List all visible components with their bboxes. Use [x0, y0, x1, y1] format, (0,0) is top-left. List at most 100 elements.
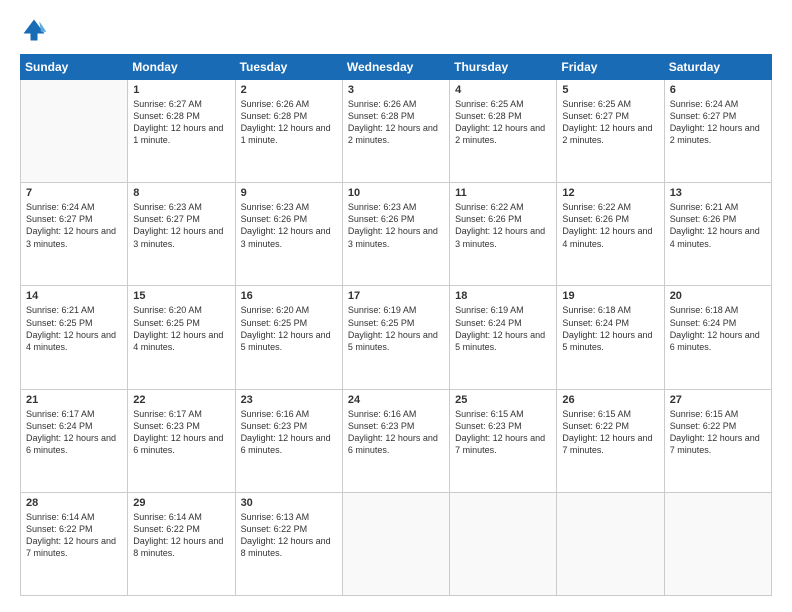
calendar-cell: 7 Sunrise: 6:24 AMSunset: 6:27 PMDaylight…	[21, 183, 128, 286]
weekday-header: Monday	[128, 55, 235, 80]
logo-icon	[20, 16, 48, 44]
day-number: 24	[348, 394, 444, 406]
weekday-header: Tuesday	[235, 55, 342, 80]
cell-details: Sunrise: 6:17 AMSunset: 6:23 PMDaylight:…	[133, 408, 229, 457]
cell-details: Sunrise: 6:24 AMSunset: 6:27 PMDaylight:…	[26, 201, 122, 250]
day-number: 27	[670, 394, 766, 406]
day-number: 19	[562, 290, 658, 302]
calendar-week-row: 14 Sunrise: 6:21 AMSunset: 6:25 PMDayligh…	[21, 286, 772, 389]
calendar-cell: 15Sunrise: 6:20 AMSunset: 6:25 PMDayligh…	[128, 286, 235, 389]
weekday-header: Wednesday	[342, 55, 449, 80]
header	[20, 16, 772, 44]
day-number: 6	[670, 84, 766, 96]
calendar-cell: 27 Sunrise: 6:15 AMSunset: 6:22 PMDayligh…	[664, 389, 771, 492]
day-number: 1	[133, 84, 229, 96]
calendar-cell: 2 Sunrise: 6:26 AMSunset: 6:28 PMDaylight…	[235, 80, 342, 183]
day-number: 30	[241, 497, 337, 509]
cell-details: Sunrise: 6:22 AMSunset: 6:26 PMDaylight:…	[562, 201, 658, 250]
calendar-cell	[342, 492, 449, 595]
cell-details: Sunrise: 6:21 AMSunset: 6:25 PMDaylight:…	[26, 304, 122, 353]
day-number: 17	[348, 290, 444, 302]
calendar-cell: 9 Sunrise: 6:23 AMSunset: 6:26 PMDaylight…	[235, 183, 342, 286]
day-number: 21	[26, 394, 122, 406]
day-number: 7	[26, 187, 122, 199]
day-number: 16	[241, 290, 337, 302]
calendar-cell	[450, 492, 557, 595]
calendar-cell: 17 Sunrise: 6:19 AMSunset: 6:25 PMDayligh…	[342, 286, 449, 389]
calendar-cell: 1 Sunrise: 6:27 AMSunset: 6:28 PMDaylight…	[128, 80, 235, 183]
cell-details: Sunrise: 6:18 AMSunset: 6:24 PMDaylight:…	[670, 304, 766, 353]
calendar-cell: 19 Sunrise: 6:18 AMSunset: 6:24 PMDayligh…	[557, 286, 664, 389]
cell-details: Sunrise: 6:26 AMSunset: 6:28 PMDaylight:…	[241, 98, 337, 147]
day-number: 2	[241, 84, 337, 96]
cell-details: Sunrise: 6:25 AMSunset: 6:27 PMDaylight:…	[562, 98, 658, 147]
weekday-header: Thursday	[450, 55, 557, 80]
calendar-cell: 30 Sunrise: 6:13 AMSunset: 6:22 PMDayligh…	[235, 492, 342, 595]
cell-details: Sunrise: 6:16 AMSunset: 6:23 PMDaylight:…	[241, 408, 337, 457]
calendar-cell	[664, 492, 771, 595]
cell-details: Sunrise: 6:23 AMSunset: 6:27 PMDaylight:…	[133, 201, 229, 250]
cell-details: Sunrise: 6:21 AMSunset: 6:26 PMDaylight:…	[670, 201, 766, 250]
cell-details: Sunrise: 6:15 AMSunset: 6:23 PMDaylight:…	[455, 408, 551, 457]
cell-details: Sunrise: 6:25 AMSunset: 6:28 PMDaylight:…	[455, 98, 551, 147]
day-number: 20	[670, 290, 766, 302]
calendar-cell: 25Sunrise: 6:15 AMSunset: 6:23 PMDayligh…	[450, 389, 557, 492]
cell-details: Sunrise: 6:24 AMSunset: 6:27 PMDaylight:…	[670, 98, 766, 147]
calendar-cell: 23 Sunrise: 6:16 AMSunset: 6:23 PMDayligh…	[235, 389, 342, 492]
calendar-cell: 11 Sunrise: 6:22 AMSunset: 6:26 PMDayligh…	[450, 183, 557, 286]
day-number: 23	[241, 394, 337, 406]
cell-details: Sunrise: 6:20 AMSunset: 6:25 PMDaylight:…	[241, 304, 337, 353]
calendar-cell	[557, 492, 664, 595]
calendar-cell: 13 Sunrise: 6:21 AMSunset: 6:26 PMDayligh…	[664, 183, 771, 286]
logo	[20, 16, 52, 44]
cell-details: Sunrise: 6:13 AMSunset: 6:22 PMDaylight:…	[241, 511, 337, 560]
calendar-cell: 10Sunrise: 6:23 AMSunset: 6:26 PMDayligh…	[342, 183, 449, 286]
calendar-cell: 29 Sunrise: 6:14 AMSunset: 6:22 PMDayligh…	[128, 492, 235, 595]
calendar-cell: 5 Sunrise: 6:25 AMSunset: 6:27 PMDaylight…	[557, 80, 664, 183]
calendar-cell: 3 Sunrise: 6:26 AMSunset: 6:28 PMDaylight…	[342, 80, 449, 183]
calendar-week-row: 28Sunrise: 6:14 AMSunset: 6:22 PMDayligh…	[21, 492, 772, 595]
cell-details: Sunrise: 6:16 AMSunset: 6:23 PMDaylight:…	[348, 408, 444, 457]
calendar-cell: 8 Sunrise: 6:23 AMSunset: 6:27 PMDaylight…	[128, 183, 235, 286]
calendar-cell: 6 Sunrise: 6:24 AMSunset: 6:27 PMDaylight…	[664, 80, 771, 183]
day-number: 10	[348, 187, 444, 199]
cell-details: Sunrise: 6:15 AMSunset: 6:22 PMDaylight:…	[670, 408, 766, 457]
cell-details: Sunrise: 6:19 AMSunset: 6:24 PMDaylight:…	[455, 304, 551, 353]
day-number: 4	[455, 84, 551, 96]
day-number: 26	[562, 394, 658, 406]
calendar-cell: 14 Sunrise: 6:21 AMSunset: 6:25 PMDayligh…	[21, 286, 128, 389]
weekday-header: Sunday	[21, 55, 128, 80]
day-number: 8	[133, 187, 229, 199]
day-number: 29	[133, 497, 229, 509]
day-number: 12	[562, 187, 658, 199]
calendar-week-row: 21 Sunrise: 6:17 AMSunset: 6:24 PMDayligh…	[21, 389, 772, 492]
day-number: 15	[133, 290, 229, 302]
calendar-cell	[21, 80, 128, 183]
calendar-cell: 24 Sunrise: 6:16 AMSunset: 6:23 PMDayligh…	[342, 389, 449, 492]
calendar-week-row: 7 Sunrise: 6:24 AMSunset: 6:27 PMDaylight…	[21, 183, 772, 286]
day-number: 9	[241, 187, 337, 199]
cell-details: Sunrise: 6:26 AMSunset: 6:28 PMDaylight:…	[348, 98, 444, 147]
day-number: 11	[455, 187, 551, 199]
calendar-cell: 21 Sunrise: 6:17 AMSunset: 6:24 PMDayligh…	[21, 389, 128, 492]
weekday-header: Friday	[557, 55, 664, 80]
day-number: 5	[562, 84, 658, 96]
day-number: 14	[26, 290, 122, 302]
cell-details: Sunrise: 6:17 AMSunset: 6:24 PMDaylight:…	[26, 408, 122, 457]
day-number: 22	[133, 394, 229, 406]
cell-details: Sunrise: 6:14 AMSunset: 6:22 PMDaylight:…	[26, 511, 122, 560]
day-number: 18	[455, 290, 551, 302]
weekday-header: Saturday	[664, 55, 771, 80]
cell-details: Sunrise: 6:18 AMSunset: 6:24 PMDaylight:…	[562, 304, 658, 353]
cell-details: Sunrise: 6:22 AMSunset: 6:26 PMDaylight:…	[455, 201, 551, 250]
cell-details: Sunrise: 6:27 AMSunset: 6:28 PMDaylight:…	[133, 98, 229, 147]
cell-details: Sunrise: 6:23 AMSunset: 6:26 PMDaylight:…	[241, 201, 337, 250]
calendar-cell: 26 Sunrise: 6:15 AMSunset: 6:22 PMDayligh…	[557, 389, 664, 492]
page: SundayMondayTuesdayWednesdayThursdayFrid…	[0, 0, 792, 612]
cell-details: Sunrise: 6:15 AMSunset: 6:22 PMDaylight:…	[562, 408, 658, 457]
day-number: 3	[348, 84, 444, 96]
calendar-cell: 20 Sunrise: 6:18 AMSunset: 6:24 PMDayligh…	[664, 286, 771, 389]
cell-details: Sunrise: 6:19 AMSunset: 6:25 PMDaylight:…	[348, 304, 444, 353]
cell-details: Sunrise: 6:14 AMSunset: 6:22 PMDaylight:…	[133, 511, 229, 560]
day-number: 13	[670, 187, 766, 199]
